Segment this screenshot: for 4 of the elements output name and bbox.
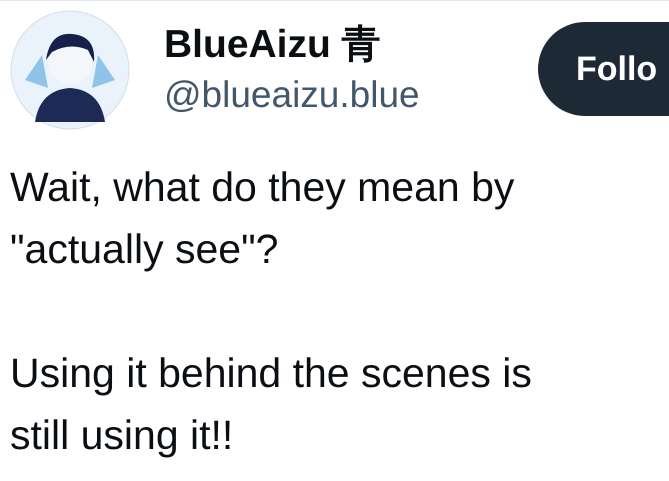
author-handle[interactable]: @blueaizu.blue: [164, 72, 538, 118]
follow-button[interactable]: Follo: [538, 22, 669, 116]
author-name[interactable]: BlueAizu 青: [164, 22, 538, 68]
post-text: Wait, what do they mean by "actually see"? Using it behind the scenes is still using it!!: [10, 163, 533, 460]
